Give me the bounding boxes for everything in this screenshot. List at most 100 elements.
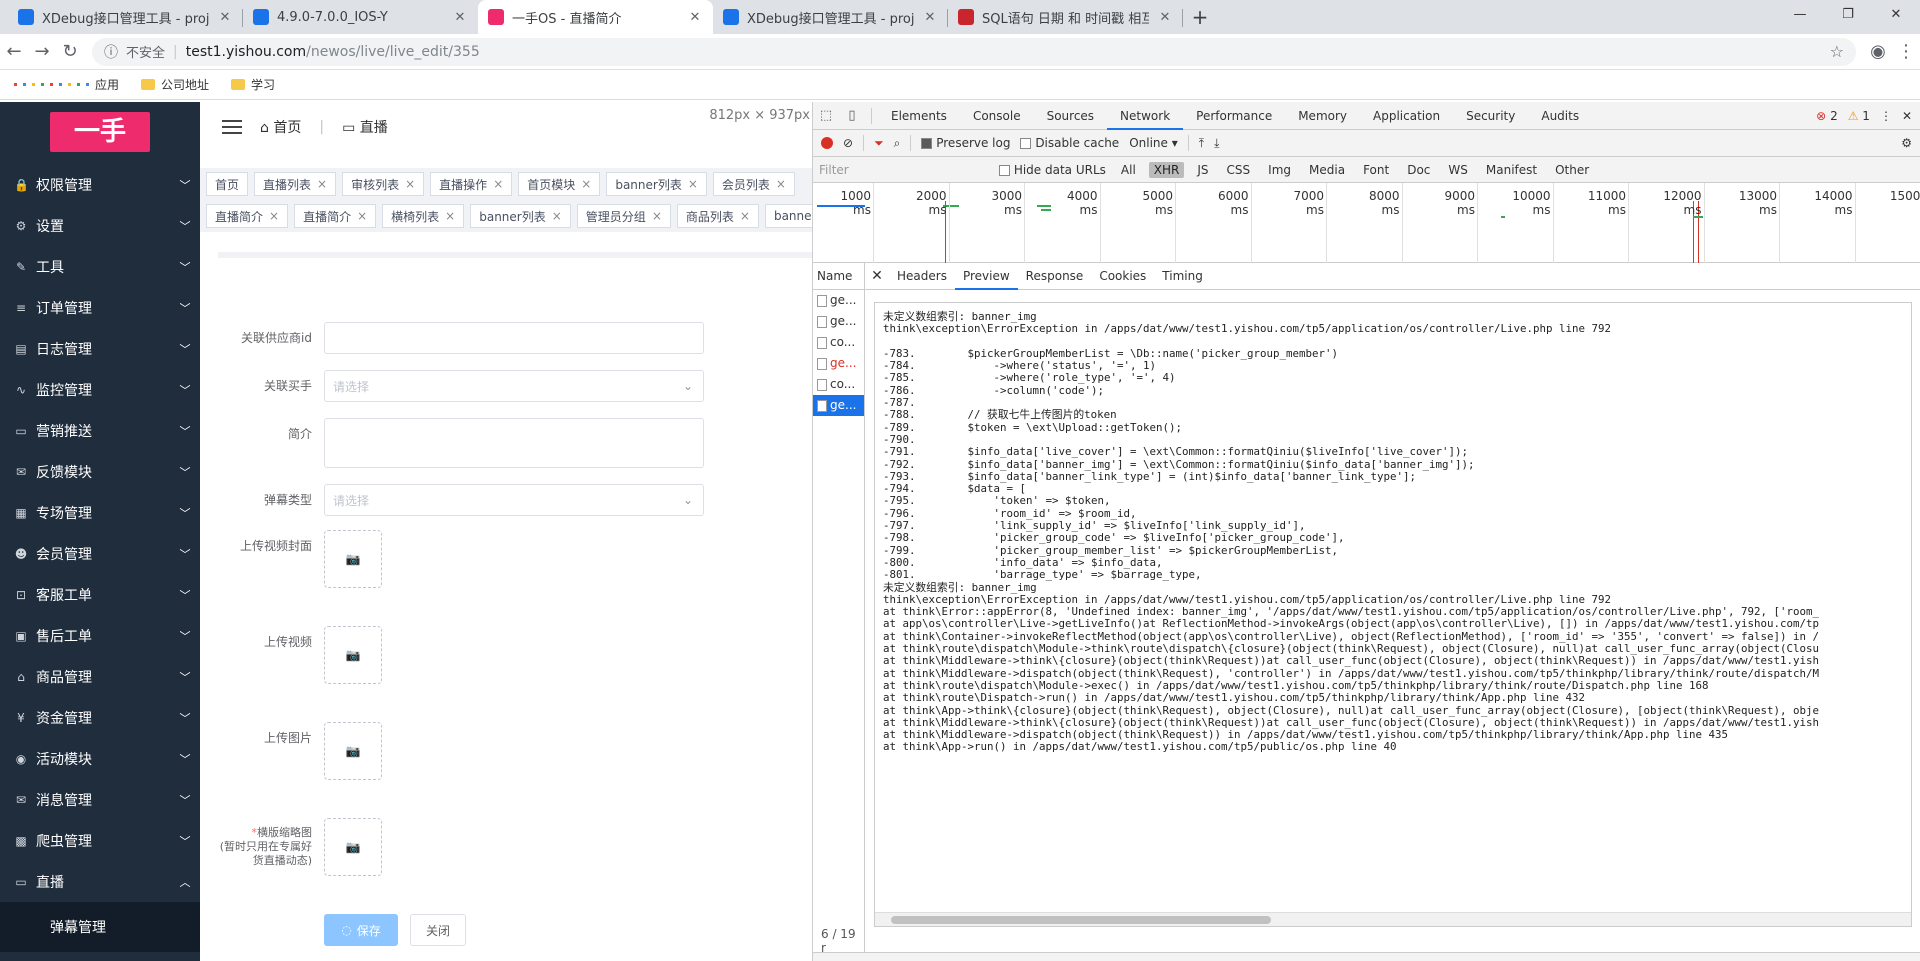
tag-close-icon[interactable]: × xyxy=(493,177,503,191)
buyer-select[interactable]: 请选择 ⌄ xyxy=(324,370,704,402)
request-row[interactable]: ge... xyxy=(813,290,864,311)
sidebar-item[interactable]: 🔒 权限管理 ﹀ xyxy=(0,164,200,205)
filter-type-css[interactable]: CSS xyxy=(1222,162,1256,178)
tag-close-icon[interactable]: × xyxy=(405,177,415,191)
sidebar-item[interactable]: ✎ 工具 ﹀ xyxy=(0,246,200,287)
tag-close-icon[interactable]: × xyxy=(357,209,367,223)
forward-icon[interactable]: → xyxy=(28,41,56,62)
account-icon[interactable]: ◉ xyxy=(1864,41,1892,62)
sidebar-item[interactable]: ✉ 反馈模块 ﹀ xyxy=(0,451,200,492)
breadcrumb-home[interactable]: ⌂ 首页 xyxy=(260,117,301,137)
filter-type-js[interactable]: JS xyxy=(1192,162,1213,178)
tag-item[interactable]: banner xyxy=(764,204,812,228)
reload-icon[interactable]: ↻ xyxy=(56,41,84,62)
close-detail-icon[interactable]: ✕ xyxy=(865,268,889,284)
detail-tab-preview[interactable]: Preview xyxy=(954,262,1018,290)
sidebar-item[interactable]: ▩ 爬虫管理 ﹀ xyxy=(0,820,200,861)
tag-item[interactable]: banner列表 × xyxy=(470,204,571,228)
sidebar-subitem-barrage[interactable]: 弹幕管理 xyxy=(0,902,200,952)
tag-item[interactable]: 直播简介 × xyxy=(206,204,289,228)
device-toolbar-icon[interactable]: ▯ xyxy=(839,108,865,123)
preview-pane[interactable]: 未定义数组索引: banner_img think\exception\Error… xyxy=(874,302,1912,927)
tab-close-icon[interactable]: ✕ xyxy=(452,10,468,25)
hide-data-urls-checkbox[interactable]: Hide data URLs xyxy=(999,163,1106,177)
tag-item[interactable]: 管理员分组 × xyxy=(576,204,671,228)
tag-close-icon[interactable]: × xyxy=(740,209,750,223)
sidebar-item[interactable]: ⚙ 设置 ﹀ xyxy=(0,205,200,246)
tag-close-icon[interactable]: × xyxy=(317,177,327,191)
devtools-tab-console[interactable]: Console xyxy=(960,102,1034,130)
sidebar-item[interactable]: ▤ 日志管理 ﹀ xyxy=(0,328,200,369)
intro-textarea[interactable] xyxy=(324,418,704,468)
name-column-header[interactable]: Name xyxy=(813,262,864,290)
tab-close-icon[interactable]: ✕ xyxy=(922,10,938,25)
sidebar-item[interactable]: ◉ 活动模块 ﹀ xyxy=(0,738,200,779)
filter-type-other[interactable]: Other xyxy=(1550,162,1594,178)
sidebar-item[interactable]: ▦ 专场管理 ﹀ xyxy=(0,492,200,533)
new-tab-button[interactable]: + xyxy=(1183,0,1217,34)
sidebar-item[interactable]: ⌂ 商品管理 ﹀ xyxy=(0,656,200,697)
image-upload[interactable]: 📷 xyxy=(324,722,382,780)
devtools-tab-security[interactable]: Security xyxy=(1453,102,1528,130)
back-icon[interactable]: ← xyxy=(0,41,28,62)
bookmark-study[interactable]: 学习 xyxy=(231,76,275,93)
record-icon[interactable] xyxy=(821,137,833,149)
devtools-close-icon[interactable]: ✕ xyxy=(1902,109,1912,123)
save-button[interactable]: ◌ 保存 xyxy=(324,914,398,946)
detail-tab-response[interactable]: Response xyxy=(1018,262,1092,290)
tag-item[interactable]: 直播操作 × xyxy=(430,172,513,196)
warning-count[interactable]: ⚠ 1 xyxy=(1848,109,1870,123)
sidebar-item[interactable]: ⊡ 客服工单 ﹀ xyxy=(0,574,200,615)
import-har-icon[interactable]: ⤒ xyxy=(1199,136,1204,151)
sidebar-item[interactable]: ▭ 直播 ︿ xyxy=(0,861,200,902)
filter-type-ws[interactable]: WS xyxy=(1443,162,1472,178)
devtools-tab-audits[interactable]: Audits xyxy=(1528,102,1592,130)
filter-input[interactable]: Filter xyxy=(819,163,989,177)
bookmark-company[interactable]: 公司地址 xyxy=(141,76,209,93)
request-row[interactable]: ge... xyxy=(813,311,864,332)
tag-close-icon[interactable]: × xyxy=(776,177,786,191)
tag-item[interactable]: 商品列表 × xyxy=(676,204,759,228)
minimize-icon[interactable]: — xyxy=(1776,0,1824,30)
clear-icon[interactable]: ⊘ xyxy=(843,136,853,150)
sidebar-item[interactable]: ▣ 售后工单 ﹀ xyxy=(0,615,200,656)
detail-tab-timing[interactable]: Timing xyxy=(1154,262,1211,290)
devtools-tab-application[interactable]: Application xyxy=(1360,102,1453,130)
inspect-icon[interactable]: ⬚ xyxy=(813,108,839,123)
tab-close-icon[interactable]: ✕ xyxy=(687,10,703,25)
tag-item[interactable]: 首页 xyxy=(206,172,249,196)
devtools-tab-performance[interactable]: Performance xyxy=(1183,102,1285,130)
tab-close-icon[interactable]: ✕ xyxy=(1157,10,1173,25)
sidebar-item[interactable]: ☻ 会员管理 ﹀ xyxy=(0,533,200,574)
tag-close-icon[interactable]: × xyxy=(552,209,562,223)
tag-close-icon[interactable]: × xyxy=(581,177,591,191)
search-icon[interactable]: ⌕ xyxy=(894,136,901,151)
preserve-log-checkbox[interactable]: Preserve log xyxy=(921,136,1010,150)
tag-close-icon[interactable]: × xyxy=(688,177,698,191)
tag-item[interactable]: banner列表 × xyxy=(606,172,707,196)
supplier-id-input[interactable] xyxy=(324,322,704,354)
tab-close-icon[interactable]: ✕ xyxy=(217,10,233,25)
close-button[interactable]: 关闭 xyxy=(410,914,466,946)
request-row[interactable]: co... xyxy=(813,332,864,353)
devtools-menu-icon[interactable]: ⋮ xyxy=(1880,109,1892,123)
export-har-icon[interactable]: ⤓ xyxy=(1214,136,1219,151)
bookmark-star-icon[interactable]: ☆ xyxy=(1830,42,1844,61)
filter-funnel-icon[interactable]: ⏷ xyxy=(874,136,884,151)
info-icon[interactable]: ⓘ xyxy=(104,42,118,62)
browser-tab[interactable]: XDebug接口管理工具 - project- ✕ xyxy=(8,0,243,34)
close-window-icon[interactable]: ✕ xyxy=(1872,0,1920,30)
filter-type-media[interactable]: Media xyxy=(1304,162,1350,178)
browser-tab[interactable]: XDebug接口管理工具 - project- ✕ xyxy=(713,0,948,34)
error-count[interactable]: ⊗ 2 xyxy=(1816,109,1838,123)
tag-close-icon[interactable]: × xyxy=(445,209,455,223)
sidebar-item[interactable]: ¥ 资金管理 ﹀ xyxy=(0,697,200,738)
sidebar-item[interactable]: ▭ 营销推送 ﹀ xyxy=(0,410,200,451)
filter-type-img[interactable]: Img xyxy=(1263,162,1296,178)
tag-item[interactable]: 直播列表 × xyxy=(254,172,337,196)
hamburger-icon[interactable] xyxy=(222,120,242,134)
filter-type-xhr[interactable]: XHR xyxy=(1148,161,1185,178)
filter-type-manifest[interactable]: Manifest xyxy=(1481,162,1542,178)
detail-tab-cookies[interactable]: Cookies xyxy=(1091,262,1154,290)
logo[interactable]: 一手 xyxy=(50,112,150,152)
